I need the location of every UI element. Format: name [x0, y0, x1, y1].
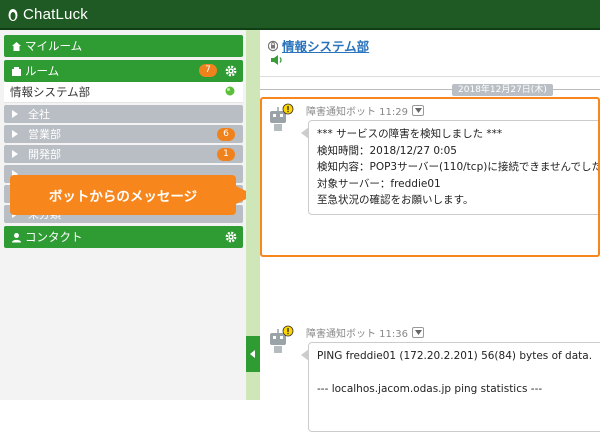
category-label: 全社: [28, 108, 50, 121]
sidebar-room-group-label: ルーム: [25, 64, 60, 78]
sidebar-my-room-label: マイルーム: [25, 39, 83, 53]
category-label: 営業部: [28, 128, 61, 141]
chevron-left-icon: [250, 350, 255, 358]
message-menu-button[interactable]: [412, 327, 424, 338]
sidebar-category-0[interactable]: 全社: [4, 105, 243, 123]
lock-icon: [268, 40, 278, 51]
app-logo: ChatLuck: [23, 5, 88, 23]
message-line: PING freddie01 (172.20.2.201) 56(84) byt…: [317, 350, 593, 362]
sidebar-item-selected-room[interactable]: 情報システム部: [4, 82, 243, 103]
message-sender: 障害通知ボット 11:36: [306, 325, 424, 340]
sidebar-my-room[interactable]: マイルーム: [4, 35, 243, 57]
sidebar-room-group[interactable]: ルーム 7: [4, 60, 243, 82]
collapse-sidebar-button[interactable]: [246, 336, 260, 372]
sidebar-category-1[interactable]: 営業部 6: [4, 125, 243, 143]
sidebar: マイルーム ルーム 7 情報システム部 全社 営業部 6 開発部 1 コンタクト: [0, 30, 246, 400]
sidebar-category-2[interactable]: 開発部 1: [4, 145, 243, 163]
date-separator: 2018年12月27日(木): [452, 84, 553, 96]
room-title[interactable]: 情報システム部: [282, 36, 369, 55]
app-header: ChatLuck: [0, 0, 600, 30]
room-icon: [10, 65, 22, 77]
sidebar-contacts[interactable]: コンタクト: [4, 226, 243, 248]
online-status-icon: [225, 86, 235, 96]
bot-avatar-icon: [270, 325, 294, 353]
message-highlight-frame: [260, 97, 600, 257]
category-count-badge: 1: [217, 148, 235, 161]
sender-name-time: 障害通知ボット 11:36: [306, 329, 408, 340]
gear-icon[interactable]: [225, 231, 237, 243]
category-count-badge: 6: [217, 128, 235, 141]
room-header: 情報システム部: [268, 36, 369, 55]
expand-triangle-icon: [12, 130, 18, 138]
home-icon: [10, 40, 22, 52]
sidebar-contacts-label: コンタクト: [25, 230, 83, 244]
room-count-badge: 7: [199, 64, 217, 77]
expand-triangle-icon: [12, 150, 18, 158]
selected-room-label: 情報システム部: [10, 85, 91, 99]
expand-triangle-icon: [12, 110, 18, 118]
bot-message-callout: ボットからのメッセージ: [10, 175, 236, 215]
chat-pane: 情報システム部 2018年12月27日(木) 障害通知ボット 11:29 ***…: [260, 30, 600, 432]
chevron-down-icon: [414, 330, 422, 335]
message-line: [317, 365, 600, 381]
message-bubble: PING freddie01 (172.20.2.201) 56(84) byt…: [308, 342, 600, 432]
message-line: --- localhos.jacom.odas.jp ping statisti…: [317, 382, 543, 395]
gear-icon[interactable]: [225, 65, 237, 77]
speaker-icon[interactable]: [270, 54, 284, 66]
category-label: 開発部: [28, 148, 61, 161]
penguin-logo-icon: [8, 9, 18, 21]
header-divider: [260, 76, 600, 77]
person-icon: [10, 231, 22, 243]
